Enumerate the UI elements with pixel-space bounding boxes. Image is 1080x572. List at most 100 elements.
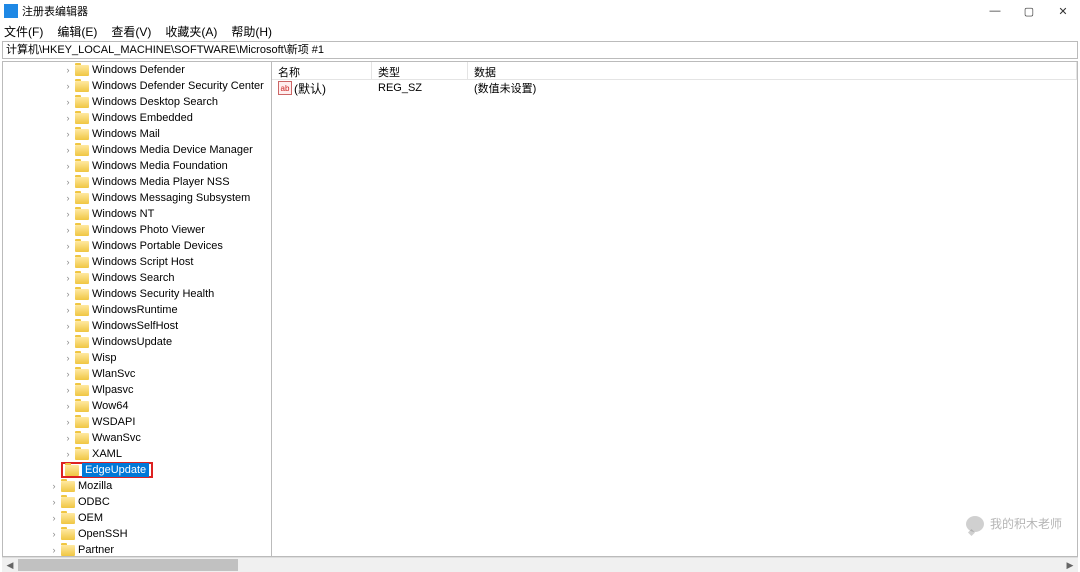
expander-icon[interactable]: › [63, 449, 73, 459]
menu-view[interactable]: 查看(V) [111, 23, 151, 40]
folder-icon [75, 273, 89, 284]
tree-item[interactable]: › WindowsRuntime [3, 302, 271, 318]
scroll-right-arrow[interactable]: ▶ [1062, 558, 1078, 572]
tree-item[interactable]: ›Windows Search [3, 270, 271, 286]
minimize-button[interactable]: — [978, 0, 1012, 22]
address-bar[interactable]: 计算机\HKEY_LOCAL_MACHINE\SOFTWARE\Microsof… [2, 41, 1078, 59]
expander-icon[interactable]: › [63, 241, 73, 251]
tree-item[interactable]: ›Windows Media Player NSS [3, 174, 271, 190]
folder-icon [75, 353, 89, 364]
expander-icon[interactable]: › [49, 545, 59, 555]
expander-icon[interactable]: › [63, 209, 73, 219]
tree-item[interactable]: ›OpenSSH [3, 526, 271, 542]
tree-label: WindowsSelfHost [92, 320, 178, 332]
expander-icon[interactable]: › [63, 65, 73, 75]
app-icon [4, 4, 18, 18]
expander-icon[interactable]: › [63, 321, 73, 331]
maximize-button[interactable]: ▢ [1012, 0, 1046, 22]
menu-edit[interactable]: 编辑(E) [57, 23, 97, 40]
tree-item[interactable]: › Windows Security Health [3, 286, 271, 302]
expander-icon[interactable]: › [49, 481, 59, 491]
tree-item[interactable]: › WindowsSelfHost [3, 318, 271, 334]
tree-item-editing[interactable]: EdgeUpdate [3, 462, 271, 478]
expander-icon[interactable]: › [49, 513, 59, 523]
expander-icon[interactable]: › [63, 369, 73, 379]
expander-icon[interactable]: › [63, 289, 73, 299]
tree-item[interactable]: ›Windows Photo Viewer [3, 222, 271, 238]
rename-input[interactable]: EdgeUpdate [82, 463, 149, 477]
folder-icon [75, 369, 89, 380]
tree-item[interactable]: ›ODBC [3, 494, 271, 510]
close-button[interactable]: ✕ [1046, 0, 1080, 22]
tree-label: Windows Security Health [92, 288, 214, 300]
main-area: ›Windows Defender›Windows Defender Secur… [2, 61, 1078, 557]
expander-icon[interactable]: › [63, 385, 73, 395]
tree-item[interactable]: ›Wisp [3, 350, 271, 366]
expander-icon[interactable]: › [49, 497, 59, 507]
expander-icon[interactable]: › [49, 529, 59, 539]
expander-icon[interactable]: › [63, 145, 73, 155]
tree-label: WindowsRuntime [92, 304, 178, 316]
tree-item[interactable]: ›XAML [3, 446, 271, 462]
tree-scroll[interactable]: ›Windows Defender›Windows Defender Secur… [3, 62, 271, 556]
expander-icon[interactable]: › [63, 161, 73, 171]
expander-icon[interactable]: › [63, 113, 73, 123]
tree-item[interactable]: ›Windows Mail [3, 126, 271, 142]
tree-item[interactable]: ›Windows Defender [3, 62, 271, 78]
list-header: 名称 类型 数据 [272, 62, 1077, 80]
value-row[interactable]: ab (默认) REG_SZ (数值未设置) [272, 80, 1077, 96]
tree-item[interactable]: ›OEM [3, 510, 271, 526]
folder-icon [75, 81, 89, 92]
expander-icon[interactable]: › [63, 417, 73, 427]
tree-label: WindowsUpdate [92, 336, 172, 348]
expander-icon[interactable]: › [63, 177, 73, 187]
column-name[interactable]: 名称 [272, 62, 372, 79]
menu-favorites[interactable]: 收藏夹(A) [165, 23, 217, 40]
titlebar[interactable]: 注册表编辑器 — ▢ ✕ [0, 0, 1080, 22]
tree-item[interactable]: ›Windows Portable Devices [3, 238, 271, 254]
expander-icon[interactable]: › [63, 337, 73, 347]
tree-item[interactable]: ›WlanSvc [3, 366, 271, 382]
tree-item[interactable]: ›Windows Media Device Manager [3, 142, 271, 158]
folder-icon [75, 177, 89, 188]
tree-item[interactable]: ›Windows Defender Security Center [3, 78, 271, 94]
expander-icon[interactable]: › [63, 401, 73, 411]
folder-icon [75, 113, 89, 124]
tree-item[interactable]: ›Windows Media Foundation [3, 158, 271, 174]
watermark: 我的积木老师 [966, 515, 1062, 532]
tree-item[interactable]: ›WSDAPI [3, 414, 271, 430]
folder-icon [75, 129, 89, 140]
folder-icon [75, 257, 89, 268]
tree-item[interactable]: ›Windows NT [3, 206, 271, 222]
expander-icon[interactable]: › [63, 225, 73, 235]
expander-icon[interactable]: › [63, 305, 73, 315]
tree-item[interactable]: ›Windows Messaging Subsystem [3, 190, 271, 206]
tree-item[interactable]: ›Windows Embedded [3, 110, 271, 126]
tree-item[interactable]: ›Wow64 [3, 398, 271, 414]
menu-help[interactable]: 帮助(H) [231, 23, 272, 40]
tree-item[interactable]: ›Windows Desktop Search [3, 94, 271, 110]
value-type: REG_SZ [372, 82, 468, 94]
expander-icon[interactable]: › [63, 353, 73, 363]
expander-icon[interactable]: › [63, 97, 73, 107]
tree-item[interactable]: ›Windows Script Host [3, 254, 271, 270]
column-data[interactable]: 数据 [468, 62, 1077, 79]
folder-icon [75, 321, 89, 332]
column-type[interactable]: 类型 [372, 62, 468, 79]
tree-item[interactable]: ›WwanSvc [3, 430, 271, 446]
expander-icon[interactable]: › [63, 273, 73, 283]
horizontal-scrollbar[interactable]: ◀ ▶ [2, 557, 1078, 572]
scroll-left-arrow[interactable]: ◀ [2, 558, 18, 572]
tree-item[interactable]: ›Partner [3, 542, 271, 556]
scrollbar-thumb[interactable] [18, 559, 238, 571]
expander-icon[interactable]: › [63, 193, 73, 203]
menu-file[interactable]: 文件(F) [4, 23, 43, 40]
tree-item[interactable]: ›Mozilla [3, 478, 271, 494]
tree-item[interactable]: › WindowsUpdate [3, 334, 271, 350]
expander-icon[interactable]: › [63, 129, 73, 139]
folder-icon [75, 97, 89, 108]
expander-icon[interactable]: › [63, 433, 73, 443]
expander-icon[interactable]: › [63, 257, 73, 267]
tree-item[interactable]: ›Wlpasvc [3, 382, 271, 398]
expander-icon[interactable]: › [63, 81, 73, 91]
